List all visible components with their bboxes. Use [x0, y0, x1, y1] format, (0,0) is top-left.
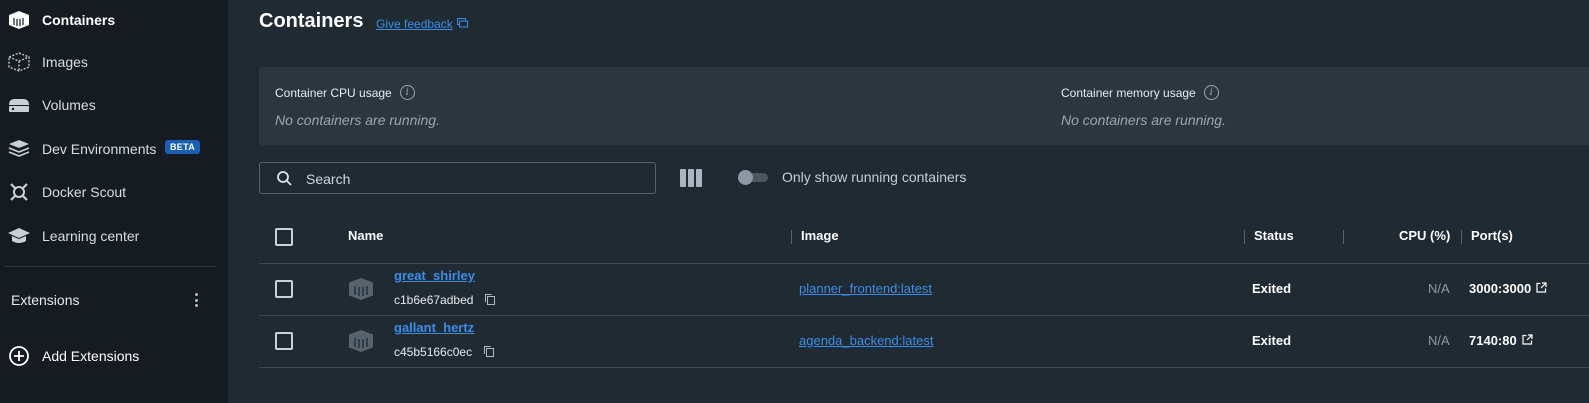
select-all-checkbox[interactable] [275, 228, 293, 246]
search-box [259, 162, 656, 194]
running-only-label: Only show running containers [782, 169, 967, 185]
give-feedback-label: Give feedback [376, 17, 453, 31]
sidebar: Containers Images Volumes Dev Environmen… [0, 0, 228, 403]
column-header-cpu[interactable]: CPU (%) [1399, 228, 1450, 243]
column-header-ports[interactable]: Port(s) [1471, 228, 1513, 243]
cpu-usage-label: Container CPU usage [275, 85, 392, 100]
memory-usage-title: Container memory usage i [1061, 85, 1219, 100]
row-checkbox[interactable] [275, 280, 293, 298]
sidebar-divider [5, 266, 216, 267]
port-value: 7140:80 [1469, 333, 1517, 348]
sidebar-item-label: Containers [42, 12, 116, 28]
image-link[interactable]: agenda_backend:latest [799, 333, 933, 348]
docker-scout-icon [7, 180, 31, 204]
table-header: Name Image Status CPU (%) Port(s) [259, 212, 1589, 264]
port-value: 3000:3000 [1469, 281, 1532, 296]
cpu-usage-empty: No containers are running. [275, 112, 440, 128]
sidebar-item-containers[interactable]: Containers [0, 0, 228, 40]
containers-icon [7, 8, 31, 32]
sidebar-item-label: Docker Scout [42, 184, 127, 200]
container-name-link[interactable]: great_shirley [394, 268, 475, 283]
cpu-value: N/A [1428, 333, 1450, 348]
memory-usage-label: Container memory usage [1061, 85, 1196, 100]
copy-icon[interactable] [483, 345, 495, 358]
cpu-value: N/A [1428, 281, 1450, 296]
port-link[interactable]: 3000:3000 [1469, 281, 1547, 296]
volumes-icon [7, 93, 31, 117]
images-icon [7, 50, 31, 74]
cpu-usage-title: Container CPU usage i [275, 85, 415, 100]
search-input[interactable] [306, 169, 636, 189]
copy-icon[interactable] [484, 293, 496, 306]
info-icon[interactable]: i [1203, 85, 1219, 100]
status-text: Exited [1252, 281, 1292, 296]
status-text: Exited [1252, 333, 1292, 348]
dev-environments-icon [7, 137, 31, 161]
external-link-icon [1522, 333, 1533, 348]
give-feedback-link[interactable]: Give feedback [376, 17, 468, 31]
column-separator[interactable] [1461, 230, 1462, 244]
sidebar-item-label: Learning center [42, 228, 140, 244]
extensions-header: Extensions [11, 292, 80, 308]
feedback-icon [456, 17, 468, 31]
plus-circle-icon [7, 344, 31, 368]
running-only-toggle[interactable] [738, 169, 769, 185]
column-header-status[interactable]: Status [1254, 228, 1294, 243]
container-name-link[interactable]: gallant_hertz [394, 320, 474, 335]
column-separator[interactable] [1244, 230, 1245, 244]
port-link[interactable]: 7140:80 [1469, 333, 1533, 348]
sidebar-item-dev-environments[interactable]: Dev Environments BETA [0, 129, 228, 169]
page-title: Containers [259, 10, 364, 32]
sidebar-item-docker-scout[interactable]: Docker Scout [0, 172, 228, 212]
sidebar-item-learning-center[interactable]: Learning center [0, 216, 228, 256]
add-extensions-label: Add Extensions [42, 348, 140, 364]
column-header-name[interactable]: Name [348, 228, 383, 243]
usage-panel: Container CPU usage i No containers are … [259, 67, 1589, 145]
add-extensions-button[interactable]: Add Extensions [0, 336, 228, 376]
external-link-icon [1536, 281, 1547, 296]
extensions-more-icon[interactable] [190, 290, 202, 310]
container-id: c1b6e67adbed [394, 293, 474, 307]
container-icon [348, 277, 374, 301]
sidebar-item-images[interactable]: Images [0, 42, 228, 82]
table-row[interactable]: gallant_hertz c45b5166c0ec agenda_backen… [259, 316, 1589, 368]
sidebar-item-label: Volumes [42, 97, 96, 113]
info-icon[interactable]: i [399, 85, 415, 100]
column-header-image[interactable]: Image [801, 228, 839, 243]
container-id: c45b5166c0ec [394, 345, 473, 359]
columns-icon[interactable] [680, 169, 702, 187]
column-separator[interactable] [1343, 230, 1344, 244]
image-link[interactable]: planner_frontend:latest [799, 281, 932, 296]
sidebar-item-volumes[interactable]: Volumes [0, 85, 228, 125]
sidebar-item-label: Dev Environments [42, 141, 157, 157]
beta-badge: BETA [165, 140, 201, 154]
learning-center-icon [7, 224, 31, 248]
memory-usage-empty: No containers are running. [1061, 112, 1226, 128]
container-icon [348, 329, 374, 353]
search-icon [276, 170, 293, 192]
sidebar-item-label: Images [42, 54, 88, 70]
row-checkbox[interactable] [275, 332, 293, 350]
table-row[interactable]: great_shirley c1b6e67adbed planner_front… [259, 264, 1589, 316]
column-separator[interactable] [791, 230, 792, 244]
